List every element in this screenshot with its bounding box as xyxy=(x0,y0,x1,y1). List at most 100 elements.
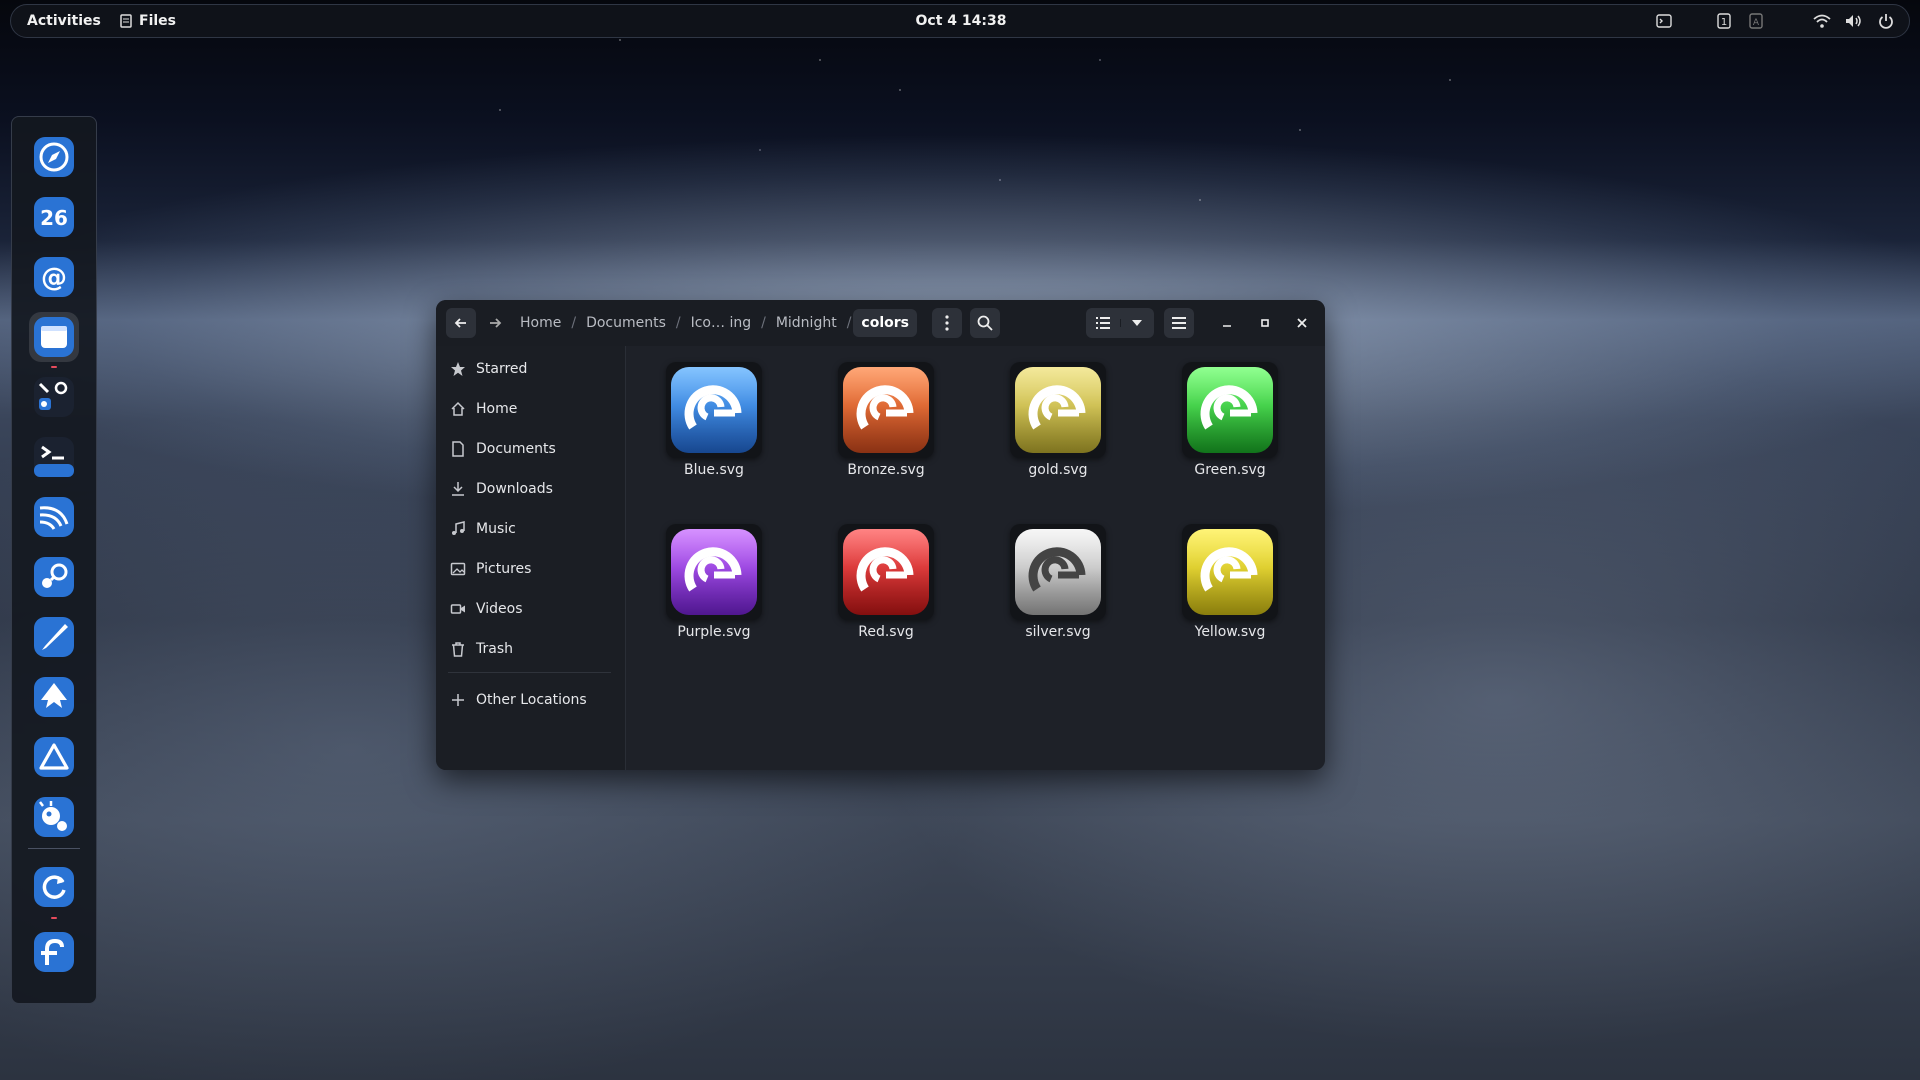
terminal-icon[interactable] xyxy=(1655,12,1673,30)
sidebar-item-other-locations[interactable]: Other Locations xyxy=(450,685,587,715)
forward-button[interactable] xyxy=(480,308,510,338)
dock-inkscape[interactable] xyxy=(29,672,79,722)
keyboard-layout-icon[interactable]: A xyxy=(1747,12,1765,30)
dock-separator xyxy=(28,848,80,849)
file-thumbnail xyxy=(1182,524,1278,620)
file-icon xyxy=(843,529,929,615)
list-view-icon[interactable] xyxy=(1086,316,1120,330)
file-item[interactable]: Red.svg xyxy=(812,514,962,664)
crumb-home[interactable]: Home xyxy=(512,309,569,337)
dock-fedora[interactable] xyxy=(29,927,79,977)
volume-icon[interactable] xyxy=(1845,12,1863,30)
files-running-indicator xyxy=(51,366,57,368)
crumb-current[interactable]: colors xyxy=(853,309,917,337)
compass-icon xyxy=(34,137,74,177)
dock-terminal[interactable] xyxy=(29,432,79,482)
sidebar-item-label: Starred xyxy=(476,361,528,377)
arrow-left-icon xyxy=(454,318,466,328)
file-item[interactable]: Bronze.svg xyxy=(812,352,962,502)
svg-text:@: @ xyxy=(41,263,67,293)
files-app-icon xyxy=(120,14,132,28)
dock-browser[interactable] xyxy=(29,132,79,182)
file-name: Red.svg xyxy=(858,624,914,640)
chevron-down-icon[interactable] xyxy=(1119,319,1155,327)
activities-button[interactable]: Activities xyxy=(27,13,101,29)
ring-logo-icon xyxy=(1028,385,1086,430)
file-icon xyxy=(671,529,757,615)
wifi-icon[interactable] xyxy=(1813,12,1831,30)
dock-steam[interactable] xyxy=(29,552,79,602)
file-item[interactable]: Purple.svg xyxy=(640,514,790,664)
home-icon xyxy=(451,401,465,416)
inkscape-icon xyxy=(34,677,74,717)
crumb-midnight[interactable]: Midnight xyxy=(768,309,845,337)
sidebar-item-trash[interactable]: Trash xyxy=(450,634,513,664)
main-menu-button[interactable] xyxy=(1164,308,1194,338)
file-name: silver.svg xyxy=(1025,624,1091,640)
sidebar-item-label: Documents xyxy=(476,441,556,457)
ring-logo-icon xyxy=(1200,547,1258,592)
view-toggle[interactable] xyxy=(1086,308,1154,338)
sidebar-item-pictures[interactable]: Pictures xyxy=(450,554,531,584)
power-icon[interactable] xyxy=(1877,12,1895,30)
dock-calendar[interactable]: 26 xyxy=(29,192,79,242)
sidebar-item-music[interactable]: Music xyxy=(450,514,516,544)
hamburger-icon xyxy=(1172,317,1186,329)
minimize-button[interactable] xyxy=(1212,308,1242,338)
app-menu[interactable]: Files xyxy=(119,13,176,29)
app-menu-label: Files xyxy=(139,13,176,29)
steam-icon xyxy=(34,557,74,597)
file-item[interactable]: Yellow.svg xyxy=(1156,514,1306,664)
settings-cluster-icon xyxy=(34,377,74,417)
file-grid: Blue.svg Bronze.svg gold.svg Green.svg P… xyxy=(626,346,1325,770)
music-icon xyxy=(452,521,465,535)
file-item[interactable]: Blue.svg xyxy=(640,352,790,502)
crumb-documents[interactable]: Documents xyxy=(578,309,674,337)
file-thumbnail xyxy=(1182,362,1278,458)
dock-backup[interactable] xyxy=(29,862,79,912)
dock-drawing[interactable] xyxy=(29,612,79,662)
file-icon xyxy=(671,367,757,453)
file-thumbnail xyxy=(666,362,762,458)
maximize-icon xyxy=(1261,319,1269,327)
system-tray[interactable]: 1 A xyxy=(1655,12,1895,30)
sidebar-separator xyxy=(448,672,611,673)
delta-icon xyxy=(34,737,74,777)
arrow-right-icon xyxy=(490,318,502,328)
dock-vector-app[interactable] xyxy=(29,732,79,782)
dock-mail[interactable]: @ xyxy=(29,252,79,302)
crumb-icons[interactable]: Ico… ing xyxy=(683,309,760,337)
sidebar-item-videos[interactable]: Videos xyxy=(450,594,523,624)
file-item[interactable]: gold.svg xyxy=(984,352,1134,502)
file-thumbnail xyxy=(838,362,934,458)
file-item[interactable]: Green.svg xyxy=(1156,352,1306,502)
workspace-indicator-icon[interactable]: 1 xyxy=(1715,12,1733,30)
document-icon xyxy=(452,441,464,457)
sidebar-item-starred[interactable]: Starred xyxy=(450,354,527,384)
sidebar-item-downloads[interactable]: Downloads xyxy=(450,474,553,504)
sidebar-item-home[interactable]: Home xyxy=(450,394,517,424)
minimize-icon xyxy=(1223,325,1231,327)
folder-window-icon xyxy=(34,317,74,357)
download-icon xyxy=(452,482,464,496)
clock[interactable]: Oct 4 14:38 xyxy=(916,13,1007,29)
dock-files[interactable] xyxy=(29,312,79,362)
dock-gimp[interactable] xyxy=(29,792,79,842)
dock-feed-reader[interactable] xyxy=(29,492,79,542)
file-name: Purple.svg xyxy=(677,624,751,640)
kebab-menu-icon xyxy=(945,315,949,331)
svg-text:A: A xyxy=(1753,18,1760,28)
sidebar-item-documents[interactable]: Documents xyxy=(450,434,556,464)
close-button[interactable] xyxy=(1287,308,1317,338)
maximize-button[interactable] xyxy=(1250,308,1280,338)
dock-settings[interactable] xyxy=(29,372,79,422)
file-item[interactable]: silver.svg xyxy=(984,514,1134,664)
crumb-separator: / xyxy=(846,315,852,331)
picture-icon xyxy=(450,562,466,576)
ring-logo-icon xyxy=(856,385,914,430)
search-button[interactable] xyxy=(970,308,1000,338)
file-icon xyxy=(1015,529,1101,615)
sidebar-item-label: Downloads xyxy=(476,481,553,497)
back-button[interactable] xyxy=(446,308,476,338)
folder-menu-button[interactable] xyxy=(932,308,962,338)
